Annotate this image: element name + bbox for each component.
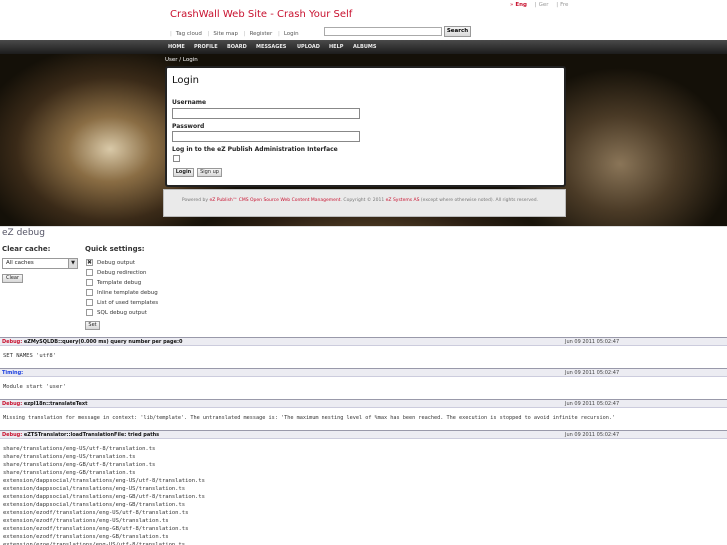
setting-label: List of used templates xyxy=(97,300,159,306)
cache-select-value: All caches xyxy=(6,260,34,266)
checkbox[interactable] xyxy=(86,309,93,316)
setting-label: Inline template debug xyxy=(97,290,158,296)
nav-profile[interactable]: PROFILE xyxy=(194,40,218,54)
password-label: Password xyxy=(172,123,205,130)
debug-title: eZ debug xyxy=(2,228,45,238)
footer-text: Powered by eZ Publish™ CMS Open Source W… xyxy=(170,197,550,204)
signup-button[interactable]: Sign up xyxy=(197,168,222,177)
link-sep: | xyxy=(207,31,210,37)
footer-product-link[interactable]: eZ Publish™ CMS Open Source Web Content … xyxy=(209,198,340,203)
search-input[interactable] xyxy=(324,27,442,36)
quick-settings-title: Quick settings: xyxy=(85,245,145,253)
language-sep: | xyxy=(534,2,537,8)
debug-entry-header: Timing: Jun 09 2011 05:02:47 xyxy=(0,368,727,377)
link-login[interactable]: Login xyxy=(284,31,299,37)
top-links: | Tag cloud | Site map | Register | Login xyxy=(170,31,303,37)
search-button[interactable]: Search xyxy=(444,26,471,37)
setting-label: Template debug xyxy=(97,280,142,286)
debug-panel: eZ debug Clear cache: All caches ▼ Clear… xyxy=(0,226,727,545)
chevron-down-icon[interactable]: ▼ xyxy=(68,259,77,268)
link-sep: | xyxy=(243,31,246,37)
language-fre[interactable]: Fre xyxy=(560,2,568,8)
link-sep: | xyxy=(277,31,280,37)
entry-kind: Debug: xyxy=(2,432,23,438)
link-tag-cloud[interactable]: Tag cloud xyxy=(176,31,202,37)
language-switcher: » Eng | Ger | Fre xyxy=(510,2,574,8)
entry-kind: Debug: xyxy=(2,339,23,345)
checkbox[interactable] xyxy=(86,289,93,296)
nav-albums[interactable]: ALBUMS xyxy=(353,40,377,54)
language-sep: | xyxy=(556,2,559,8)
link-site-map[interactable]: Site map xyxy=(213,31,238,37)
setting-label: Debug output xyxy=(97,260,135,266)
checkbox-checked[interactable]: ✖ xyxy=(86,259,93,266)
set-button[interactable]: Set xyxy=(85,321,100,330)
checkbox[interactable] xyxy=(86,299,93,306)
login-title: Login xyxy=(172,75,199,86)
entry-date: Jun 09 2011 05:02:47 xyxy=(565,339,620,345)
link-sep: | xyxy=(170,31,172,37)
footer-prefix: Powered by xyxy=(181,198,210,203)
clear-cache-title: Clear cache: xyxy=(2,245,51,253)
setting-label: Debug redirection xyxy=(97,270,147,276)
entry-kind: Timing: xyxy=(2,370,24,376)
debug-entry-body: Module start 'user' xyxy=(3,384,66,390)
username-field[interactable] xyxy=(172,108,360,119)
footer-middle: . Copyright © 2011 xyxy=(340,198,386,203)
checkbox[interactable] xyxy=(86,269,93,276)
debug-entry-header: Debug: eZMySQLDB::query(0.000 ms) query … xyxy=(0,337,727,346)
debug-entry-body: Missing translation for message in conte… xyxy=(3,415,616,421)
link-register[interactable]: Register xyxy=(250,31,273,37)
language-eng[interactable]: Eng xyxy=(515,2,527,8)
username-label: Username xyxy=(172,99,207,106)
nav-help[interactable]: HELP xyxy=(329,40,343,54)
site-header: CrashWall Web Site - Crash Your Self » En… xyxy=(0,0,727,40)
footer-suffix: (except where otherwise noted). All righ… xyxy=(419,198,539,203)
debug-entry-body: SET NAMES 'utf8' xyxy=(3,353,56,359)
page-footer: Powered by eZ Publish™ CMS Open Source W… xyxy=(163,189,566,217)
admin-login-checkbox[interactable] xyxy=(173,155,180,162)
debug-entry-body: share/translations/eng-US/utf-8/translat… xyxy=(3,446,205,545)
admin-login-label: Log in to the eZ Publish Administration … xyxy=(172,146,338,153)
entry-message: ezpI18n::translateText xyxy=(23,401,88,407)
language-arrow-icon: » xyxy=(510,2,514,8)
cache-select[interactable]: All caches ▼ xyxy=(2,258,78,269)
debug-entry-header: Debug: eZTSTranslator::loadTranslationFi… xyxy=(0,430,727,439)
login-panel: Login Username Password Log in to the eZ… xyxy=(165,66,566,187)
entry-kind: Debug: xyxy=(2,401,23,407)
site-title[interactable]: CrashWall Web Site - Crash Your Self xyxy=(170,9,352,20)
language-ger[interactable]: Ger xyxy=(539,2,549,8)
nav-board[interactable]: BOARD xyxy=(227,40,247,54)
nav-messages[interactable]: MESSAGES xyxy=(256,40,286,54)
debug-entry-header: Debug: ezpI18n::translateText Jun 09 201… xyxy=(0,399,727,408)
login-button[interactable]: Login xyxy=(173,168,194,177)
nav-upload[interactable]: UPLOAD xyxy=(297,40,320,54)
clear-cache-button[interactable]: Clear xyxy=(2,274,23,283)
main-nav: HOME PROFILE BOARD MESSAGES UPLOAD HELP … xyxy=(0,40,727,54)
entry-date: Jun 09 2011 05:02:47 xyxy=(565,401,620,407)
entry-date: Jun 09 2011 05:02:47 xyxy=(565,370,620,376)
nav-home[interactable]: HOME xyxy=(168,40,185,54)
entry-message: eZMySQLDB::query(0.000 ms) query number … xyxy=(23,339,183,345)
entry-date: Jun 09 2011 05:02:47 xyxy=(565,432,620,438)
footer-company-link[interactable]: eZ Systems AS xyxy=(386,198,420,203)
breadcrumb: User / Login xyxy=(165,57,198,63)
checkbox[interactable] xyxy=(86,279,93,286)
setting-label: SQL debug output xyxy=(97,310,147,316)
password-field[interactable] xyxy=(172,131,360,142)
entry-message: eZTSTranslator::loadTranslationFile: tri… xyxy=(23,432,160,438)
